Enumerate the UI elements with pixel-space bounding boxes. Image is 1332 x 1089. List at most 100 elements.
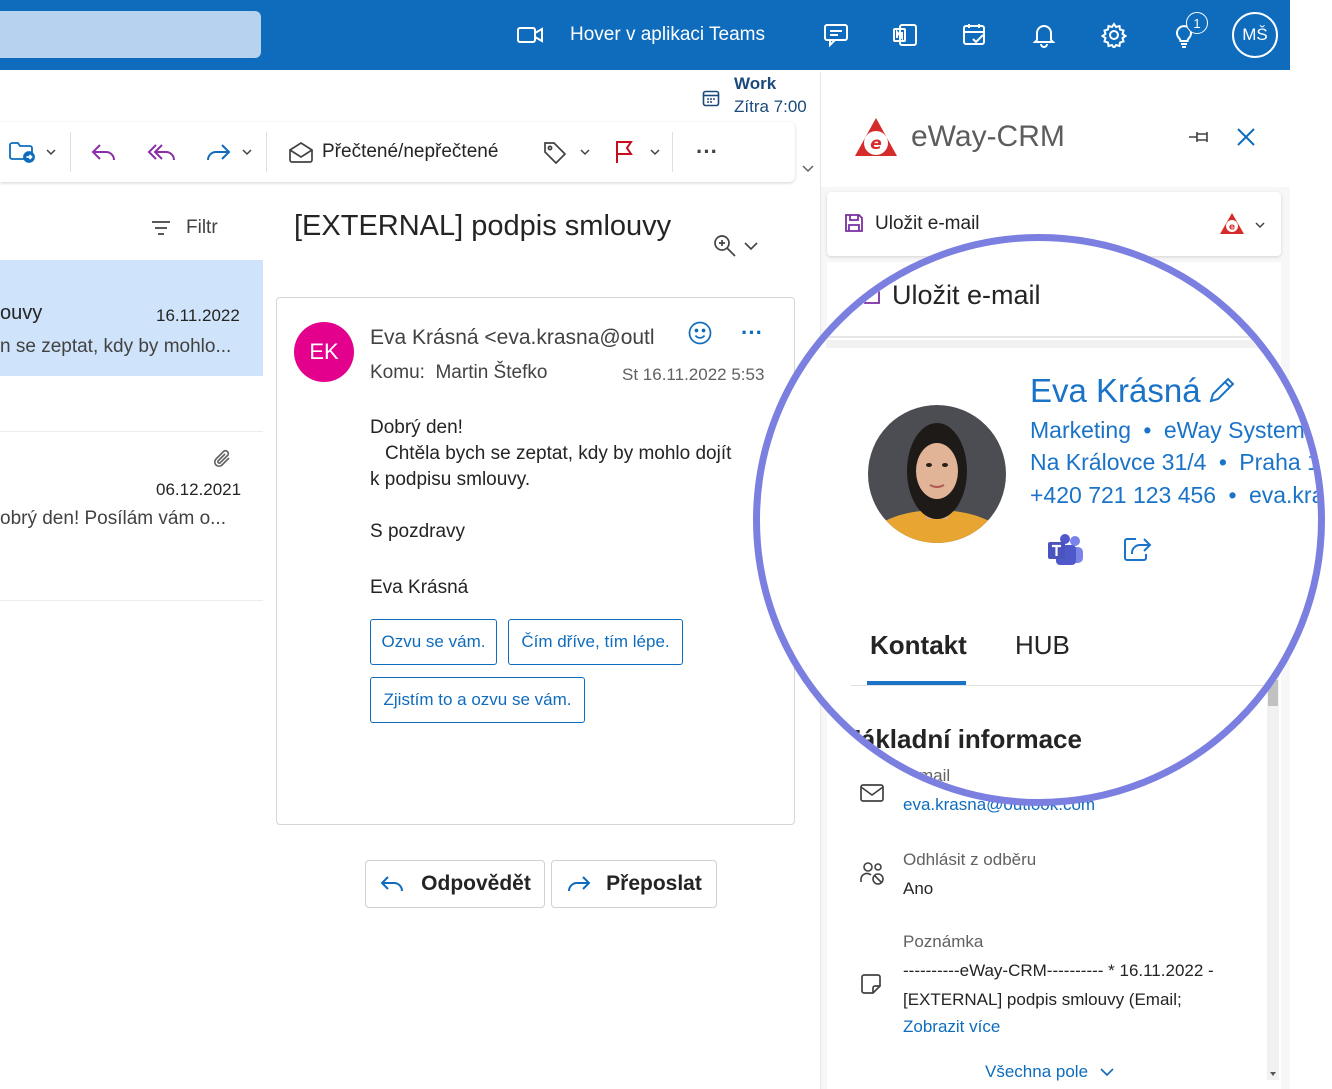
- forward-button[interactable]: Přeposlat: [551, 860, 717, 908]
- contact-city[interactable]: Praha 1: [1239, 449, 1318, 475]
- people-unsubscribe-icon: [860, 862, 884, 885]
- show-more-link[interactable]: Zobrazit více: [903, 1017, 1000, 1037]
- chevron-down-icon: [1100, 1068, 1114, 1077]
- onenote-icon[interactable]: [889, 19, 921, 51]
- contact-company[interactable]: eWay System: [1164, 417, 1305, 443]
- teams-call-label: Hover v aplikaci Teams: [570, 24, 766, 45]
- calendar-icon: [702, 90, 720, 107]
- mail-preview: n se zeptat, kdy by mohlo...: [0, 336, 232, 357]
- chat-icon[interactable]: [820, 19, 852, 51]
- message-body: Dobrý den! Chtěla bych se zeptat, kdy by…: [370, 415, 731, 601]
- mail-list-item-selected[interactable]: ouvy 16.11.2022 n se zeptat, kdy by mohl…: [0, 260, 263, 376]
- gear-icon[interactable]: [1098, 19, 1130, 51]
- to-label: Komu:: [370, 362, 425, 383]
- to-name[interactable]: Martin Štefko: [435, 362, 547, 383]
- body-line: Chtěla bych se zeptat, kdy by mohlo dojí…: [385, 443, 732, 464]
- contact-name[interactable]: Eva Krásná: [1030, 372, 1201, 410]
- contact-company-line: Marketing • eWay System: [1030, 417, 1305, 443]
- ribbon-toolbar: Přečtené/nepřečtené ···: [0, 122, 795, 182]
- contact-address-line: Na Královce 31/4 • Praha 1: [1030, 449, 1320, 475]
- eway-logo-icon: e: [855, 118, 897, 156]
- search-box[interactable]: [0, 11, 261, 58]
- magnifier-callout: Uložit e-mail Eva Krásná Marketing • eWa…: [753, 234, 1325, 806]
- mail-list-item[interactable]: 06.12.2021 obrý den! Posílám vám o...: [0, 431, 263, 601]
- reminder[interactable]: Work Zítra 7:00: [700, 72, 815, 120]
- contact-email-short[interactable]: eva.kra: [1249, 482, 1318, 508]
- crm-header: e eWay-CRM: [821, 72, 1291, 187]
- more-options-button[interactable]: ···: [696, 136, 718, 168]
- close-icon[interactable]: [1235, 126, 1257, 148]
- video-camera-icon: [517, 27, 543, 43]
- quick-reply-button[interactable]: Zjistím to a ozvu se vám.: [370, 677, 585, 723]
- filter-label: Filtr: [186, 217, 218, 238]
- read-unread-button[interactable]: Přečtené/nepřečtené: [288, 136, 498, 168]
- body-signature: Eva Krásná: [370, 577, 469, 598]
- reply-button[interactable]: Odpovědět: [365, 860, 545, 908]
- message-subject: [EXTERNAL] podpis smlouvy: [294, 210, 672, 242]
- contact-street[interactable]: Na Královce 31/4: [1030, 449, 1206, 475]
- save-email-label-zoomed[interactable]: Uložit e-mail: [892, 280, 1041, 311]
- forward-toolbar-button[interactable]: [204, 136, 254, 168]
- calendar-check-icon[interactable]: [958, 19, 990, 51]
- contact-department[interactable]: Marketing: [1030, 417, 1131, 443]
- envelope-open-icon: [289, 141, 313, 163]
- mail-list: Filtr ouvy 16.11.2022 n se zeptat, kdy b…: [0, 195, 263, 1089]
- tab-hub[interactable]: HUB: [1015, 630, 1070, 661]
- sender-name[interactable]: Eva Krásná <eva.krasna@outl: [370, 326, 676, 350]
- save-email-label: Uložit e-mail: [875, 213, 980, 234]
- reply-toolbar-button[interactable]: [90, 136, 118, 168]
- magnified-content: Uložit e-mail Eva Krásná Marketing • eWa…: [760, 241, 1325, 799]
- all-fields-button[interactable]: Všechna pole: [985, 1062, 1116, 1082]
- message-date: St 16.11.2022 5:53: [622, 365, 765, 384]
- reading-pane: [EXTERNAL] podpis smlouvy EK Eva Krásná …: [276, 195, 795, 908]
- zoom-button[interactable]: [712, 233, 760, 259]
- smiley-icon[interactable]: [687, 320, 713, 346]
- divider: [826, 336, 1286, 338]
- crm-app-name: eWay-CRM: [911, 120, 1065, 153]
- teams-icon[interactable]: [1046, 533, 1086, 567]
- divider: [826, 340, 1286, 348]
- contact-phone-line: +420 721 123 456 • eva.kra: [1030, 482, 1325, 508]
- share-icon[interactable]: [1122, 535, 1152, 563]
- unsubscribe-label: Odhlásit z odběru: [903, 850, 1037, 869]
- reminder-time: Zítra 7:00: [734, 97, 807, 116]
- body-line: k podpisu smlouvy.: [370, 469, 531, 490]
- body-regards: S pozdravy: [370, 521, 466, 542]
- recipient-row: Komu: Martin Štefko: [370, 362, 547, 384]
- body-greeting: Dobrý den!: [370, 417, 463, 438]
- flag-button[interactable]: [612, 136, 662, 168]
- folder-move-icon: [9, 142, 35, 163]
- chevron-down-icon: [46, 149, 56, 156]
- teams-call-button[interactable]: Hover v aplikaci Teams: [516, 20, 765, 50]
- note-text: [EXTERNAL] podpis smlouvy (Email;: [903, 990, 1182, 1009]
- ribbon-expand-chevron-icon[interactable]: [800, 160, 816, 176]
- filter-button[interactable]: Filtr: [150, 217, 218, 239]
- edit-pencil-icon[interactable]: [1206, 374, 1238, 406]
- user-avatar[interactable]: MŠ: [1232, 12, 1278, 58]
- reply-all-toolbar-button[interactable]: [146, 136, 176, 168]
- sender-avatar: EK: [294, 322, 354, 382]
- mail-date: 16.11.2022: [156, 306, 240, 325]
- chevron-down-icon: [650, 149, 660, 156]
- bell-icon[interactable]: [1028, 19, 1060, 51]
- tag-button[interactable]: [542, 136, 592, 168]
- flag-icon: [616, 141, 633, 163]
- filter-icon: [152, 221, 170, 235]
- pin-icon[interactable]: [1187, 126, 1213, 148]
- forward-label: Přeposlat: [606, 872, 702, 895]
- quick-reply-button[interactable]: Ozvu se vám.: [370, 619, 497, 665]
- contact-phone[interactable]: +420 721 123 456: [1030, 482, 1216, 508]
- tabs-divider: [851, 685, 1291, 686]
- zoom-in-icon: [714, 235, 736, 257]
- move-to-folder-button[interactable]: [8, 136, 58, 168]
- chevron-down-icon: [744, 242, 758, 251]
- contact-photo: [868, 405, 1006, 543]
- chevron-down-icon[interactable]: [1253, 218, 1267, 232]
- eway-logo-icon: e: [1220, 213, 1244, 234]
- tab-kontakt[interactable]: Kontakt: [870, 630, 967, 661]
- unsubscribe-value: Ano: [903, 879, 934, 898]
- scroll-down-arrow-icon[interactable]: [1267, 1068, 1279, 1080]
- reply-label: Odpovědět: [421, 872, 531, 895]
- message-card: EK Eva Krásná <eva.krasna@outl ··· Komu:…: [276, 297, 795, 908]
- quick-reply-button[interactable]: Čím dříve, tím lépe.: [508, 619, 683, 665]
